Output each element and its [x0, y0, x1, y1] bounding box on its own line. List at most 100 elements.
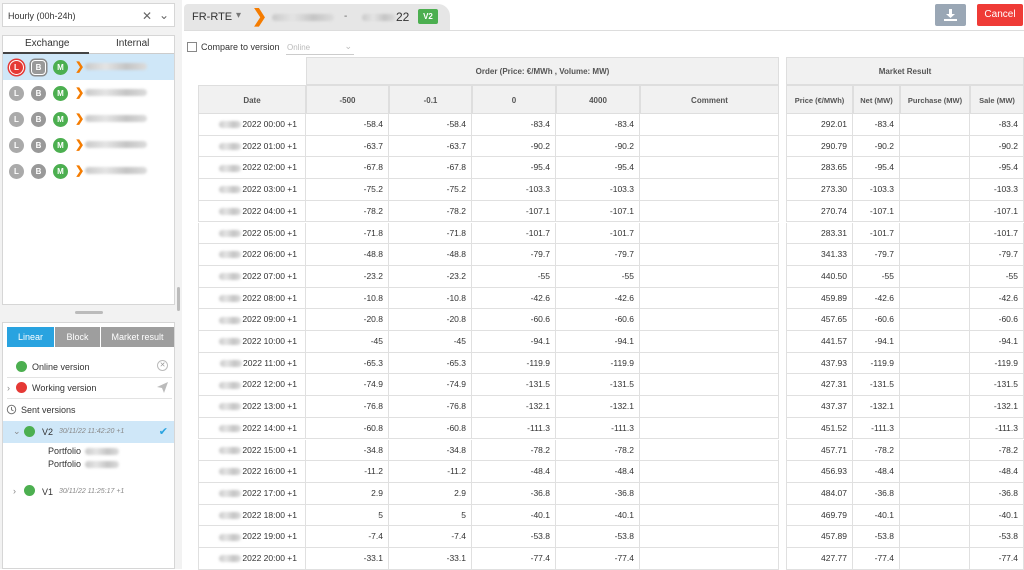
- download-button[interactable]: [935, 4, 966, 26]
- order-value-cell[interactable]: -75.2: [389, 179, 472, 201]
- column-header-0[interactable]: 0: [472, 85, 556, 114]
- tab-block[interactable]: Block: [55, 327, 100, 347]
- order-value-cell[interactable]: -48.4: [472, 461, 556, 483]
- order-value-cell[interactable]: -60.6: [556, 309, 640, 331]
- comment-cell[interactable]: [640, 222, 779, 245]
- chevron-right-icon[interactable]: ›: [13, 486, 16, 496]
- order-value-cell[interactable]: -119.9: [472, 352, 556, 375]
- order-value-cell[interactable]: -67.8: [389, 157, 472, 180]
- portfolio-row[interactable]: Portfolio: [3, 444, 174, 457]
- order-value-cell[interactable]: -60.8: [389, 417, 472, 440]
- order-value-cell[interactable]: -60.6: [472, 309, 556, 331]
- column-header-minus-500[interactable]: -500: [306, 85, 389, 114]
- comment-cell[interactable]: [640, 331, 779, 353]
- comment-cell[interactable]: [640, 439, 779, 462]
- compare-checkbox[interactable]: [187, 42, 197, 52]
- order-value-cell[interactable]: -36.8: [472, 482, 556, 505]
- comment-cell[interactable]: [640, 157, 779, 180]
- order-value-cell[interactable]: -78.2: [472, 439, 556, 462]
- panel-resize-handle[interactable]: [75, 311, 103, 314]
- order-value-cell[interactable]: -94.1: [556, 331, 640, 353]
- column-header-4000[interactable]: 4000: [556, 85, 640, 114]
- close-icon[interactable]: ✕: [142, 9, 152, 23]
- column-header-net[interactable]: Net (MW): [853, 85, 900, 114]
- order-value-cell[interactable]: -103.3: [556, 179, 640, 201]
- tab-exchange[interactable]: Exchange: [25, 38, 69, 49]
- order-value-cell[interactable]: -60.8: [306, 417, 389, 440]
- order-value-cell[interactable]: -101.7: [556, 222, 640, 245]
- order-value-cell[interactable]: -75.2: [306, 179, 389, 201]
- sent-versions-header[interactable]: Sent versions: [3, 400, 174, 420]
- order-value-cell[interactable]: -55: [556, 265, 640, 288]
- send-icon[interactable]: [157, 382, 168, 393]
- comment-cell[interactable]: [640, 461, 779, 483]
- column-header-minus-0-1[interactable]: -0.1: [389, 85, 472, 114]
- order-value-cell[interactable]: -77.4: [556, 548, 640, 570]
- order-value-cell[interactable]: -11.2: [306, 461, 389, 483]
- order-value-cell[interactable]: -34.8: [306, 439, 389, 462]
- order-value-cell[interactable]: -65.3: [306, 352, 389, 375]
- order-value-cell[interactable]: -74.9: [306, 374, 389, 397]
- online-version-row[interactable]: Online version ✕: [3, 357, 174, 377]
- document-tab[interactable]: FR-RTE ▾ ❯ - 22 V2: [184, 4, 450, 30]
- order-value-cell[interactable]: -48.4: [556, 461, 640, 483]
- order-value-cell[interactable]: -119.9: [556, 352, 640, 375]
- cancel-button[interactable]: Cancel: [977, 4, 1023, 26]
- order-value-cell[interactable]: -94.1: [472, 331, 556, 353]
- order-value-cell[interactable]: -71.8: [306, 222, 389, 245]
- comment-cell[interactable]: [640, 417, 779, 440]
- column-header-comment[interactable]: Comment: [640, 85, 779, 114]
- chevron-down-icon[interactable]: ⌄: [159, 8, 169, 22]
- order-value-cell[interactable]: -40.1: [556, 504, 640, 527]
- order-value-cell[interactable]: -23.2: [389, 265, 472, 288]
- order-value-cell[interactable]: -95.4: [556, 157, 640, 180]
- order-value-cell[interactable]: -79.7: [556, 244, 640, 266]
- comment-cell[interactable]: [640, 287, 779, 310]
- order-value-cell[interactable]: -83.4: [556, 114, 640, 136]
- order-value-cell[interactable]: -45: [389, 331, 472, 353]
- order-value-cell[interactable]: -111.3: [472, 417, 556, 440]
- comment-cell[interactable]: [640, 179, 779, 201]
- order-value-cell[interactable]: -42.6: [472, 287, 556, 310]
- order-value-cell[interactable]: -7.4: [389, 526, 472, 548]
- chevron-right-icon[interactable]: ›: [7, 383, 10, 393]
- order-value-cell[interactable]: -55: [472, 265, 556, 288]
- order-value-cell[interactable]: -76.8: [306, 396, 389, 418]
- order-value-cell[interactable]: -131.5: [472, 374, 556, 397]
- exchange-row[interactable]: L B M ❯: [3, 158, 174, 184]
- comment-cell[interactable]: [640, 135, 779, 158]
- order-value-cell[interactable]: -111.3: [556, 417, 640, 440]
- version-v2-row[interactable]: ⌄ V2 30/11/22 11:42:20 +1 ✔: [3, 421, 174, 443]
- order-value-cell[interactable]: -71.8: [389, 222, 472, 245]
- order-value-cell[interactable]: -77.4: [472, 548, 556, 570]
- comment-cell[interactable]: [640, 309, 779, 331]
- column-header-purchase[interactable]: Purchase (MW): [900, 85, 970, 114]
- order-value-cell[interactable]: -90.2: [556, 135, 640, 158]
- order-value-cell[interactable]: -74.9: [389, 374, 472, 397]
- exchange-row[interactable]: L B M ❯: [3, 132, 174, 158]
- order-value-cell[interactable]: -48.8: [389, 244, 472, 266]
- exchange-row[interactable]: L B M ❯: [3, 106, 174, 132]
- order-value-cell[interactable]: -36.8: [556, 482, 640, 505]
- order-value-cell[interactable]: 5: [389, 504, 472, 527]
- comment-cell[interactable]: [640, 504, 779, 527]
- order-value-cell[interactable]: -78.2: [556, 439, 640, 462]
- order-value-cell[interactable]: -40.1: [472, 504, 556, 527]
- scrollbar[interactable]: [177, 287, 180, 311]
- comment-cell[interactable]: [640, 548, 779, 570]
- order-value-cell[interactable]: -58.4: [389, 114, 472, 136]
- working-version-row[interactable]: › Working version: [3, 378, 174, 398]
- comment-cell[interactable]: [640, 396, 779, 418]
- order-value-cell[interactable]: -20.8: [389, 309, 472, 331]
- order-value-cell[interactable]: -90.2: [472, 135, 556, 158]
- close-icon[interactable]: ✕: [157, 360, 168, 371]
- order-value-cell[interactable]: 5: [306, 504, 389, 527]
- order-value-cell[interactable]: -11.2: [389, 461, 472, 483]
- order-value-cell[interactable]: -107.1: [556, 200, 640, 223]
- order-value-cell[interactable]: -45: [306, 331, 389, 353]
- order-value-cell[interactable]: -65.3: [389, 352, 472, 375]
- chevron-down-icon[interactable]: ▾: [236, 10, 241, 21]
- order-value-cell[interactable]: -131.5: [556, 374, 640, 397]
- exchange-row[interactable]: L B M ❯: [3, 80, 174, 106]
- order-value-cell[interactable]: -76.8: [389, 396, 472, 418]
